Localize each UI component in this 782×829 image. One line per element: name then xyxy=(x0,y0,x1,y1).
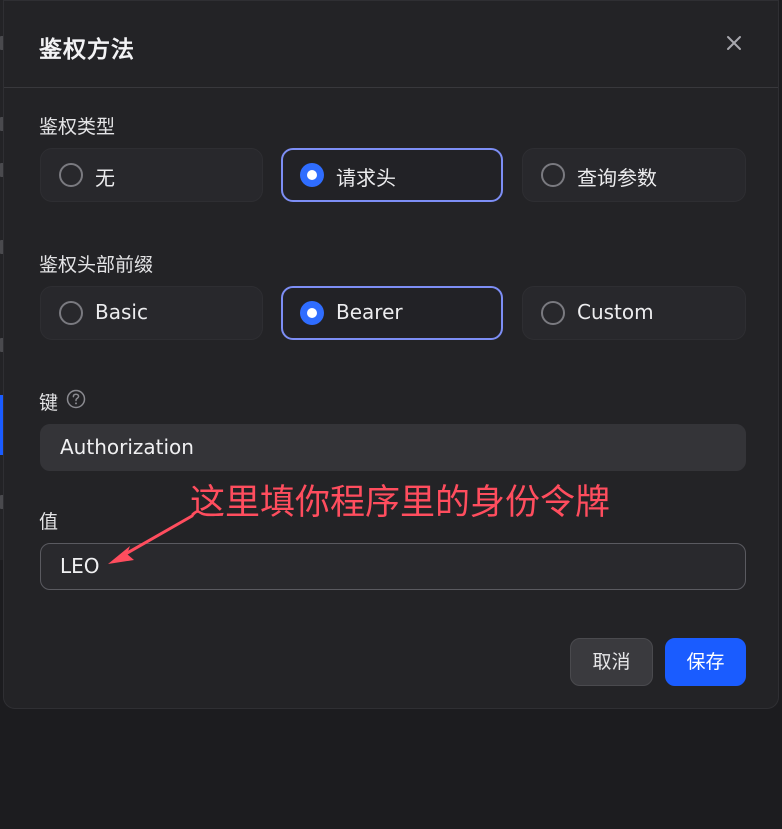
header-prefix-label: 鉴权头部前缀 xyxy=(39,254,154,276)
radio-circle-icon xyxy=(59,163,83,187)
radio-checked-icon xyxy=(300,301,324,325)
auth-type-option-query[interactable]: 查询参数 xyxy=(522,148,746,202)
cancel-button[interactable]: 取消 xyxy=(570,638,653,686)
close-icon xyxy=(727,36,741,50)
dialog-header: 鉴权方法 xyxy=(4,1,778,88)
auth-type-option-none[interactable]: 无 xyxy=(40,148,263,202)
radio-circle-icon xyxy=(59,301,83,325)
auth-type-label: 鉴权类型 xyxy=(39,116,116,138)
header-prefix-option-basic[interactable]: Basic xyxy=(40,286,263,340)
key-input[interactable]: Authorization xyxy=(40,424,746,471)
radio-label: Basic xyxy=(95,300,148,324)
radio-label: 无 xyxy=(95,166,115,190)
header-prefix-option-custom[interactable]: Custom xyxy=(522,286,746,340)
annotation-text: 这里填你程序里的身份令牌 xyxy=(190,483,611,523)
header-prefix-option-bearer[interactable]: Bearer xyxy=(281,286,503,340)
header-prefix-radio-group: Basic Bearer Custom xyxy=(40,286,746,340)
radio-checked-icon xyxy=(300,163,324,187)
auth-method-dialog: 鉴权方法 鉴权类型 无 请求头 查询参数 鉴权头部前缀 Basic Bearer… xyxy=(3,0,779,709)
annotation-arrow-icon xyxy=(108,514,194,564)
radio-circle-icon xyxy=(541,301,565,325)
dialog-title: 鉴权方法 xyxy=(39,37,135,63)
radio-label: Bearer xyxy=(336,300,403,324)
radio-label: Custom xyxy=(577,300,654,324)
auth-type-radio-group: 无 请求头 查询参数 xyxy=(40,148,746,202)
close-button[interactable] xyxy=(724,33,744,53)
question-circle-icon[interactable] xyxy=(66,389,86,409)
radio-label: 请求头 xyxy=(336,166,396,190)
save-button[interactable]: 保存 xyxy=(665,638,746,686)
radio-circle-icon xyxy=(541,163,565,187)
key-label: 键 xyxy=(39,392,59,414)
auth-type-option-header[interactable]: 请求头 xyxy=(281,148,503,202)
radio-label: 查询参数 xyxy=(577,166,657,190)
value-label: 值 xyxy=(39,511,59,533)
